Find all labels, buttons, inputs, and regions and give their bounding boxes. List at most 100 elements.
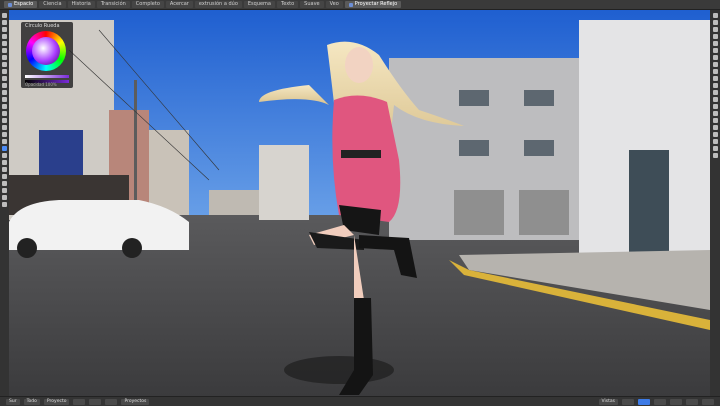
white-car bbox=[9, 200, 189, 250]
symmetry-icon[interactable] bbox=[2, 125, 7, 130]
transform-icon[interactable] bbox=[2, 83, 7, 88]
tab-label: Texto bbox=[281, 1, 295, 7]
swatches-icon[interactable] bbox=[712, 48, 718, 53]
bottom-icon-8[interactable] bbox=[686, 398, 698, 405]
tab-proyectar-reflejo[interactable]: Proyectar Reflejo bbox=[344, 1, 402, 8]
sharpen-icon[interactable] bbox=[2, 167, 7, 172]
fill-icon[interactable] bbox=[2, 41, 7, 46]
line-icon[interactable] bbox=[2, 111, 7, 116]
settings-icon[interactable] bbox=[2, 202, 7, 207]
ruler-icon[interactable] bbox=[2, 118, 7, 123]
layer-icon[interactable] bbox=[2, 146, 7, 151]
tab-suave[interactable]: Suave bbox=[300, 1, 324, 8]
layers-icon[interactable] bbox=[712, 13, 718, 18]
hand-icon[interactable] bbox=[2, 132, 7, 137]
zoom-icon[interactable] bbox=[2, 139, 7, 144]
far-building-2 bbox=[209, 190, 259, 215]
burn-icon[interactable] bbox=[2, 181, 7, 186]
tab-acercar[interactable]: Acercar bbox=[165, 1, 193, 8]
move-icon[interactable] bbox=[2, 76, 7, 81]
opacity-icon[interactable] bbox=[712, 146, 718, 151]
eyedropper-icon[interactable] bbox=[2, 97, 7, 102]
lock-icon[interactable] bbox=[712, 97, 718, 102]
face bbox=[345, 47, 373, 83]
tab-label: Acercar bbox=[169, 1, 189, 7]
info-icon[interactable] bbox=[712, 153, 718, 158]
tab-transicion[interactable]: Transición bbox=[96, 1, 130, 8]
bottom-icon-3[interactable] bbox=[105, 398, 118, 405]
bottom-icon-1[interactable] bbox=[73, 398, 86, 405]
snap-icon[interactable] bbox=[712, 90, 718, 95]
delete-icon[interactable] bbox=[712, 125, 718, 130]
canvas[interactable]: Círculo Rueda Opacidad 100% bbox=[9, 10, 710, 396]
bottom-icon-4[interactable] bbox=[622, 398, 634, 405]
blend-icon[interactable] bbox=[712, 139, 718, 144]
bottom-button-todo[interactable]: Todo bbox=[23, 398, 40, 405]
bottom-button-proyectos[interactable]: Proyectos bbox=[121, 398, 150, 405]
merge-icon[interactable] bbox=[712, 111, 718, 116]
filter-icon[interactable] bbox=[2, 195, 7, 200]
history-icon[interactable] bbox=[712, 34, 718, 39]
tab-label: Espacio bbox=[14, 1, 34, 7]
tab-label: Transición bbox=[100, 1, 126, 7]
bottom-button-vistas[interactable]: Vistas bbox=[598, 398, 618, 405]
brush-settings-icon[interactable] bbox=[712, 20, 718, 25]
bottom-icon-7[interactable] bbox=[670, 398, 682, 405]
tab-label: Completo bbox=[135, 1, 160, 7]
guide-icon[interactable] bbox=[712, 83, 718, 88]
tab-label: Veo bbox=[329, 1, 339, 7]
tab-label: extrusión a dúo bbox=[198, 1, 238, 7]
tab-veo[interactable]: Veo bbox=[325, 1, 343, 8]
tab-label: Proyectar Reflejo bbox=[354, 1, 398, 7]
navigator-icon[interactable] bbox=[712, 41, 718, 46]
tab-bar: Espacio Ciencia Historia Transición Comp… bbox=[0, 0, 720, 10]
eraser-icon[interactable] bbox=[2, 27, 7, 32]
blur-icon[interactable] bbox=[2, 160, 7, 165]
right-toolbar bbox=[710, 10, 720, 396]
bottom-button-proyecto[interactable]: Proyecto bbox=[43, 398, 70, 405]
brush-icon[interactable] bbox=[2, 13, 7, 18]
bottom-icon-5[interactable] bbox=[638, 398, 650, 405]
warp-icon[interactable] bbox=[2, 188, 7, 193]
bottom-icon-9[interactable] bbox=[702, 398, 714, 405]
duplicate-icon[interactable] bbox=[712, 118, 718, 123]
tab-historia[interactable]: Historia bbox=[67, 1, 95, 8]
adjust-icon[interactable] bbox=[712, 55, 718, 60]
tab-completo[interactable]: Completo bbox=[131, 1, 164, 8]
bottom-icon-6[interactable] bbox=[654, 398, 666, 405]
tab-extrusion[interactable]: extrusión a dúo bbox=[194, 1, 242, 8]
filter-panel-icon[interactable] bbox=[712, 62, 718, 67]
tab-label: Suave bbox=[304, 1, 320, 7]
grid-icon[interactable] bbox=[712, 76, 718, 81]
saturation-slider[interactable] bbox=[25, 75, 69, 78]
pencil-icon[interactable] bbox=[2, 20, 7, 25]
utility-pole bbox=[134, 80, 137, 220]
crop-icon[interactable] bbox=[2, 90, 7, 95]
color-wheel[interactable] bbox=[26, 31, 66, 71]
dodge-icon[interactable] bbox=[2, 174, 7, 179]
color-square[interactable] bbox=[32, 37, 60, 65]
tab-esquema[interactable]: Esquema bbox=[243, 1, 275, 8]
gradient-icon[interactable] bbox=[2, 48, 7, 53]
tab-espacio[interactable]: Espacio bbox=[4, 1, 38, 8]
color-icon[interactable] bbox=[712, 27, 718, 32]
select-icon[interactable] bbox=[2, 62, 7, 67]
shape-icon[interactable] bbox=[2, 104, 7, 109]
tab-icon bbox=[348, 2, 353, 7]
clone-icon[interactable] bbox=[2, 153, 7, 158]
bottom-bar: Sur Todo Proyecto Proyectos Vistas bbox=[0, 396, 720, 406]
tab-ciencia[interactable]: Ciencia bbox=[39, 1, 66, 8]
tab-label: Esquema bbox=[247, 1, 271, 7]
lasso-icon[interactable] bbox=[2, 69, 7, 74]
smudge-icon[interactable] bbox=[2, 34, 7, 39]
bottom-button-sur[interactable]: Sur bbox=[6, 398, 20, 405]
far-building bbox=[259, 145, 309, 220]
tab-texto[interactable]: Texto bbox=[277, 1, 299, 8]
mask-icon[interactable] bbox=[712, 132, 718, 137]
bottom-icon-2[interactable] bbox=[89, 398, 102, 405]
text-icon[interactable] bbox=[2, 55, 7, 60]
visible-icon[interactable] bbox=[712, 104, 718, 109]
color-wheel-panel[interactable]: Círculo Rueda Opacidad 100% bbox=[21, 22, 73, 88]
reference-icon[interactable] bbox=[712, 69, 718, 74]
tab-label: Historia bbox=[71, 1, 91, 7]
